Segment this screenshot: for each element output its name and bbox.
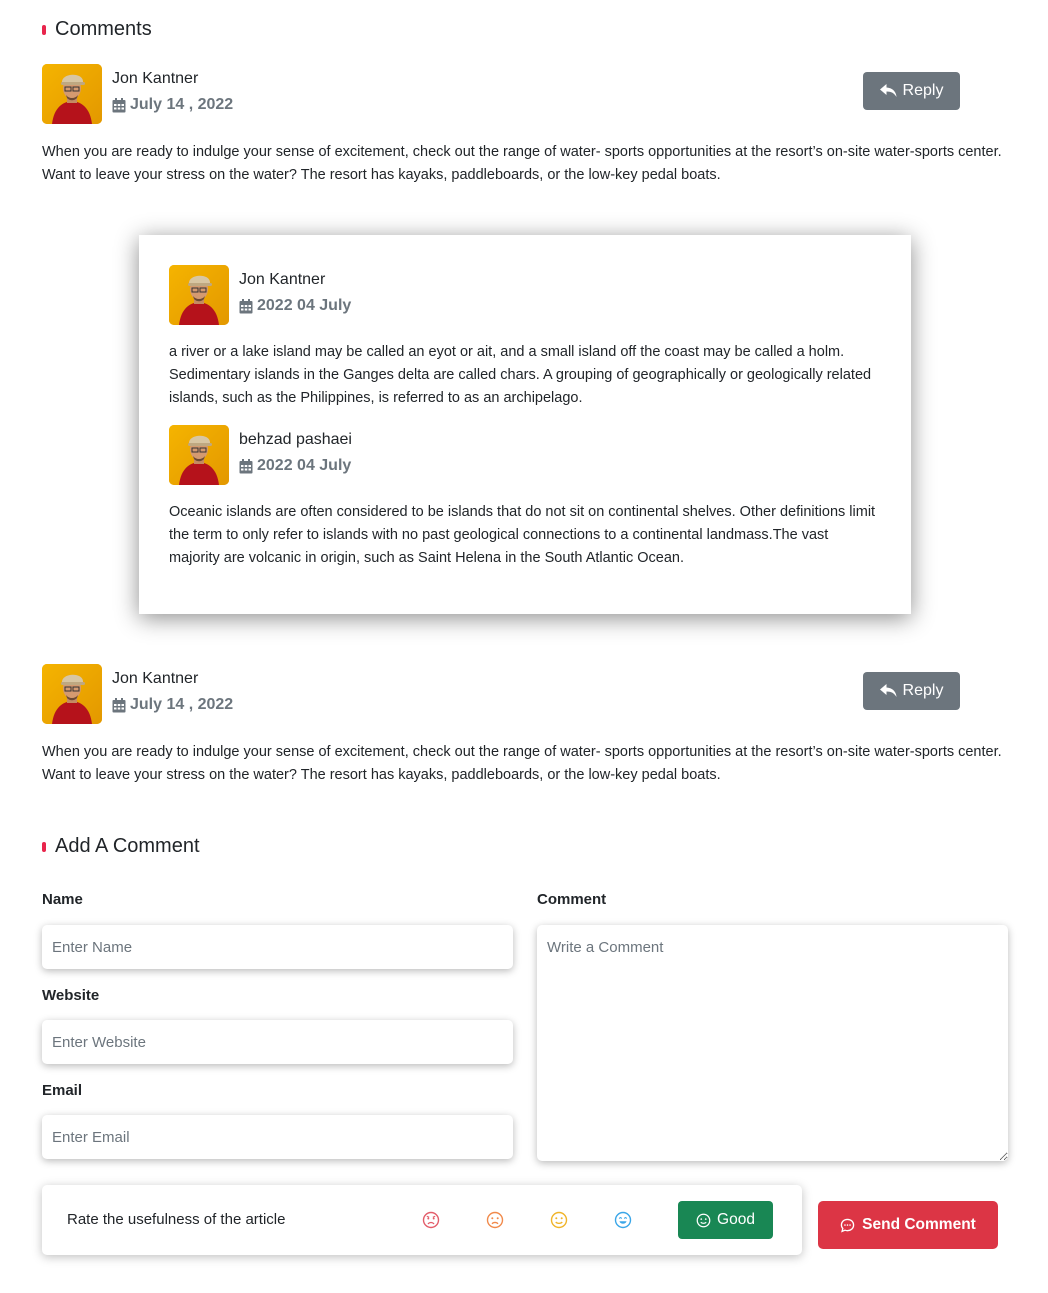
reply-date: 2022 04 July <box>239 297 351 315</box>
good-rating-button[interactable]: Good <box>678 1201 773 1239</box>
comment-label: Comment <box>537 891 607 908</box>
reply-body: Oceanic islands are often considered to … <box>169 504 876 566</box>
angry-face-icon[interactable] <box>422 1211 440 1229</box>
comment-author: Jon Kantner <box>112 670 199 687</box>
replies-card: Jon Kantner 2022 04 July a river or a la… <box>139 235 911 614</box>
sad-face-icon[interactable] <box>486 1211 504 1229</box>
comment-date: July 14 , 2022 <box>112 96 233 114</box>
add-comment-title-text: Add A Comment <box>55 835 200 857</box>
neutral-face-icon[interactable] <box>550 1211 568 1229</box>
title-accent-mark <box>42 841 46 852</box>
rating-label: Rate the usefulness of the article <box>67 1211 286 1228</box>
website-input[interactable] <box>42 1020 513 1064</box>
reply-arrow-icon <box>879 84 897 97</box>
comment-header: Jon Kantner July 14 , 2022 <box>42 64 233 124</box>
calendar-icon <box>239 458 253 473</box>
chat-bubble-icon <box>840 1218 855 1233</box>
reply-header: behzad pashaei 2022 04 July <box>169 425 352 485</box>
reply-button[interactable]: Reply <box>863 672 960 710</box>
comments-section-title: Comments <box>42 18 152 41</box>
send-comment-button[interactable]: Send Comment <box>818 1201 998 1249</box>
comment-date-text: July 14 , 2022 <box>130 96 234 113</box>
avatar <box>169 425 229 485</box>
name-input[interactable] <box>42 925 513 969</box>
avatar <box>42 664 102 724</box>
calendar-icon <box>112 697 126 712</box>
reply-button-label: Reply <box>902 682 944 699</box>
comment-body: When you are ready to indulge your sense… <box>42 744 1002 783</box>
comment-date-text: July 14 , 2022 <box>130 696 234 713</box>
reply-button-label: Reply <box>902 82 944 99</box>
reply-arrow-icon <box>879 684 897 697</box>
comment-textarea[interactable] <box>537 925 1008 1161</box>
reply-date: 2022 04 July <box>239 457 352 475</box>
reply-date-text: 2022 04 July <box>257 297 352 314</box>
reply-author: behzad pashaei <box>239 431 352 448</box>
avatar <box>169 265 229 325</box>
reply-button[interactable]: Reply <box>863 72 960 110</box>
reply-author: Jon Kantner <box>239 271 326 288</box>
email-label: Email <box>42 1082 83 1099</box>
comment-date: July 14 , 2022 <box>112 696 233 714</box>
smile-face-icon <box>696 1213 711 1227</box>
send-comment-label: Send Comment <box>862 1216 976 1233</box>
calendar-icon <box>239 298 253 313</box>
email-input[interactable] <box>42 1115 513 1159</box>
comment-author: Jon Kantner <box>112 70 199 87</box>
rating-panel: Rate the usefulness of the article Good <box>42 1185 802 1255</box>
name-label: Name <box>42 891 83 908</box>
reply-body: a river or a lake island may be called a… <box>169 344 872 406</box>
add-comment-title: Add A Comment <box>42 835 200 858</box>
comment-body: When you are ready to indulge your sense… <box>42 144 1002 183</box>
reply-date-text: 2022 04 July <box>257 457 352 474</box>
title-accent-mark <box>42 24 46 35</box>
comment-header: Jon Kantner July 14 , 2022 <box>42 664 233 724</box>
comments-title-text: Comments <box>55 18 152 40</box>
website-label: Website <box>42 987 100 1004</box>
avatar <box>42 64 102 124</box>
good-rating-label: Good <box>717 1211 755 1228</box>
calendar-icon <box>112 97 126 112</box>
smile-face-icon[interactable] <box>614 1211 632 1229</box>
reply-header: Jon Kantner 2022 04 July <box>169 265 351 325</box>
